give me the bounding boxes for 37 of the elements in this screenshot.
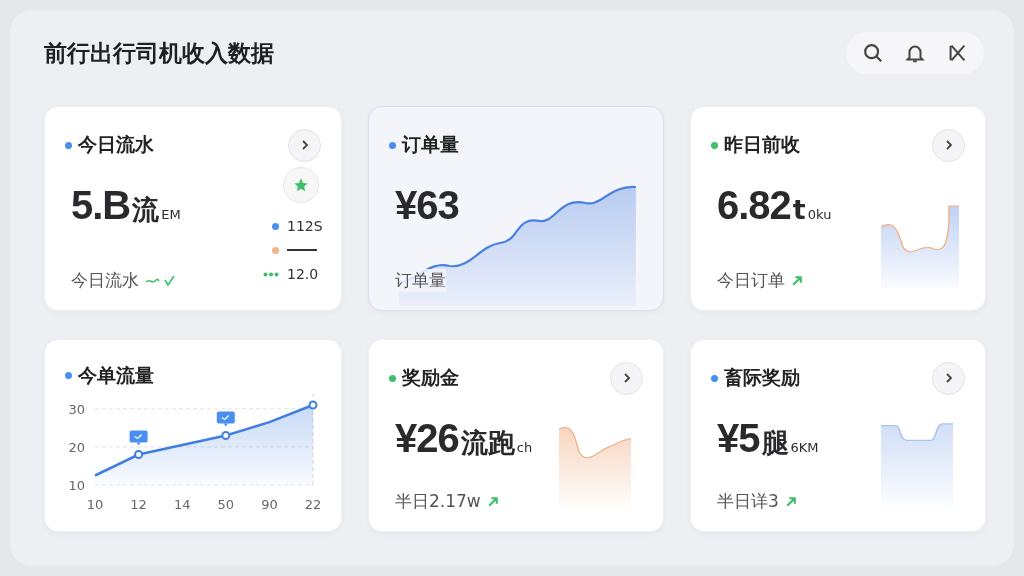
open-button[interactable] [932, 128, 965, 162]
open-button[interactable] [610, 361, 643, 395]
card-title: 今日流水 [78, 132, 154, 157]
card-title: 奖励金 [402, 365, 459, 390]
x-axis-label: 14 [173, 497, 191, 512]
data-point [308, 400, 318, 410]
metric-value: ¥5腿6KM [717, 416, 819, 461]
metric-value: 5.B流 EM [71, 183, 181, 228]
y-axis-label: 10 [68, 478, 85, 493]
star-icon [293, 177, 309, 193]
open-button[interactable] [288, 128, 321, 162]
metric-caption: 订单量 [395, 269, 446, 292]
x-axis-label: 12 [130, 497, 147, 512]
page-title: 前行出行司机收入数据 [44, 38, 274, 68]
metric-caption: 半日详3 [717, 490, 779, 513]
y-axis-label: 30 [68, 401, 85, 417]
card-title: 今单流量 [78, 362, 154, 388]
legend-value: 112S [287, 218, 321, 234]
search-icon [862, 42, 884, 64]
data-point [134, 450, 144, 459]
card-title: 订单量 [402, 132, 459, 157]
x-axis-label: 90 [261, 497, 278, 512]
legend-value: 12.0 [287, 266, 320, 282]
card-title: 畜际奖励 [724, 365, 800, 390]
open-button[interactable] [932, 361, 965, 395]
metric-value: 6.82t 0ku [717, 183, 832, 228]
metric-caption: 今日流水 [71, 269, 139, 292]
x-axis-label: 10 [86, 497, 104, 512]
metric-value: ¥63 [395, 183, 459, 228]
metric-caption: 今日订单 [717, 269, 785, 292]
data-point [221, 431, 231, 440]
card-title: 昨日前收 [724, 132, 800, 157]
metric-value: ¥26流跑ch [395, 416, 533, 461]
x-axis-label: 50 [217, 497, 235, 512]
x-axis-label: 22 [304, 497, 321, 512]
metric-caption: 半日2.17w [395, 490, 481, 513]
y-axis-label: 20 [68, 439, 85, 455]
